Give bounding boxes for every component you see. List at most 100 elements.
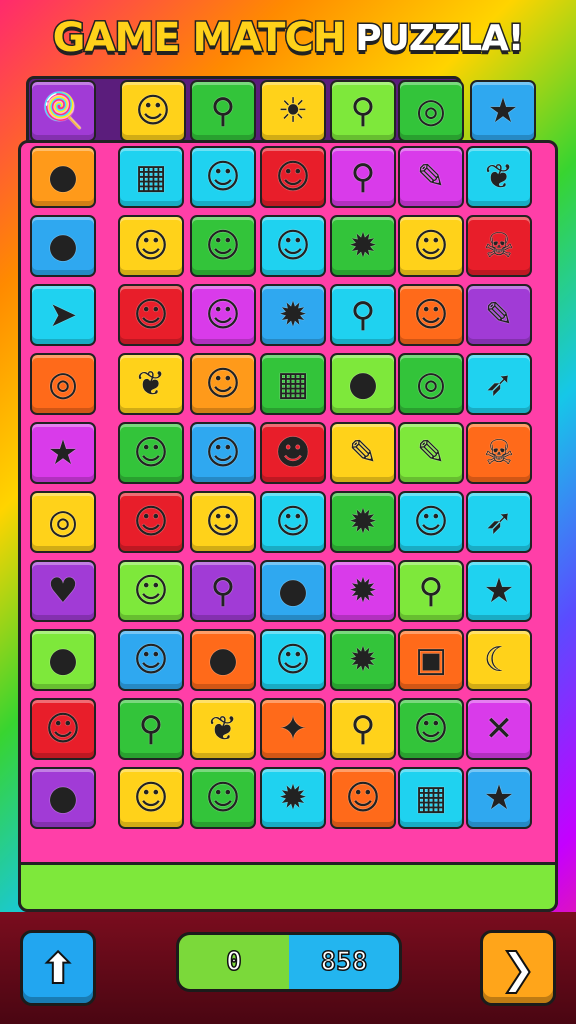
tile-r3-c6[interactable]: ☺ — [398, 284, 464, 346]
tile-r1-c7[interactable]: ❦ — [466, 146, 532, 208]
score-left-segment: 0 — [179, 935, 289, 989]
score-left-value: 0 — [225, 946, 242, 978]
tile-r9-c4[interactable]: ✦ — [260, 698, 326, 760]
tile-r9-c5[interactable]: ⚲ — [330, 698, 396, 760]
tile-r8-c5[interactable]: ✹ — [330, 629, 396, 691]
tile-r10-c3[interactable]: ☺ — [190, 767, 256, 829]
tile-r1-c6[interactable]: ✎ — [398, 146, 464, 208]
tile-r5-c2[interactable]: ☺ — [118, 422, 184, 484]
tile-r5-c3[interactable]: ☺ — [190, 422, 256, 484]
pacifier-icon: ⚲ — [210, 91, 236, 131]
tile-r1-c2[interactable]: ▦ — [118, 146, 184, 208]
tile-r7-c5[interactable]: ✹ — [330, 560, 396, 622]
tile-r3-c2[interactable]: ☺ — [118, 284, 184, 346]
tile-r5-c6[interactable]: ✎ — [398, 422, 464, 484]
tile-r7-c3[interactable]: ⚲ — [190, 560, 256, 622]
popsicle-icon: ✎ — [416, 433, 446, 473]
tile-r8-c3[interactable]: ● — [190, 629, 256, 691]
tile-r4-c6[interactable]: ◎ — [398, 353, 464, 415]
tile-r2-c5[interactable]: ✹ — [330, 215, 396, 277]
chick-icon: ☺ — [413, 502, 449, 542]
star-icon: ★ — [47, 433, 79, 473]
tile-r3-c5[interactable]: ⚲ — [330, 284, 396, 346]
tile-r4-c7[interactable]: ➶ — [466, 353, 532, 415]
tile-r5-c4[interactable]: ☻ — [260, 422, 326, 484]
tile-r9-c1[interactable]: ☺ — [30, 698, 96, 760]
tile-r10-c1[interactable]: ● — [30, 767, 96, 829]
tile-r4-c3[interactable]: ☺ — [190, 353, 256, 415]
tile-top-5[interactable]: ⚲ — [330, 80, 396, 142]
tile-r2-c3[interactable]: ☺ — [190, 215, 256, 277]
tile-r3-c7[interactable]: ✎ — [466, 284, 532, 346]
tile-top-6[interactable]: ◎ — [398, 80, 464, 142]
tile-r8-c7[interactable]: ☾ — [466, 629, 532, 691]
tile-r1-c1[interactable]: ● — [30, 146, 96, 208]
tile-r7-c7[interactable]: ★ — [466, 560, 532, 622]
tile-r7-c1[interactable]: ♥ — [30, 560, 96, 622]
tile-r2-c2[interactable]: ☺ — [118, 215, 184, 277]
sun-icon: ☀ — [277, 91, 309, 131]
tile-top-1[interactable]: 🍭 — [30, 80, 96, 142]
tile-r8-c1[interactable]: ● — [30, 629, 96, 691]
tile-r2-c4[interactable]: ☺ — [260, 215, 326, 277]
tile-r6-c3[interactable]: ☺ — [190, 491, 256, 553]
tile-top-3[interactable]: ⚲ — [190, 80, 256, 142]
tile-r10-c2[interactable]: ☺ — [118, 767, 184, 829]
tile-r6-c2[interactable]: ☺ — [118, 491, 184, 553]
bear-face-icon: ☺ — [275, 226, 311, 266]
star-fish-icon: ★ — [487, 91, 519, 131]
tile-r8-c4[interactable]: ☺ — [260, 629, 326, 691]
bear-face-icon: ☺ — [133, 295, 169, 335]
tile-r1-c4[interactable]: ☺ — [260, 146, 326, 208]
tile-r5-c1[interactable]: ★ — [30, 422, 96, 484]
tile-r10-c4[interactable]: ✹ — [260, 767, 326, 829]
tile-r2-c7[interactable]: ☠ — [466, 215, 532, 277]
tile-r2-c1[interactable]: ● — [30, 215, 96, 277]
tile-top-7[interactable]: ★ — [470, 80, 536, 142]
next-button[interactable]: ❯ — [480, 930, 556, 1006]
tile-r9-c6[interactable]: ☺ — [398, 698, 464, 760]
tile-r9-c7[interactable]: ✕ — [466, 698, 532, 760]
tile-top-4[interactable]: ☀ — [260, 80, 326, 142]
marker-icon: ✎ — [416, 157, 446, 197]
star-icon: ★ — [483, 571, 515, 611]
donut-pair-icon: ◎ — [48, 502, 78, 542]
tile-r4-c4[interactable]: ▦ — [260, 353, 326, 415]
dart-icon: ➶ — [484, 502, 514, 542]
tile-r8-c6[interactable]: ▣ — [398, 629, 464, 691]
tile-r1-c3[interactable]: ☺ — [190, 146, 256, 208]
lollipop-icon: ⚲ — [350, 709, 376, 749]
tile-r4-c1[interactable]: ◎ — [30, 353, 96, 415]
smiley-blob-icon: ☺ — [133, 433, 169, 473]
dart-icon: ➶ — [484, 364, 514, 404]
candy-apple-icon: 🍭 — [41, 91, 85, 131]
tile-r6-c6[interactable]: ☺ — [398, 491, 464, 553]
tile-r1-c5[interactable]: ⚲ — [330, 146, 396, 208]
tile-r10-c6[interactable]: ▦ — [398, 767, 464, 829]
tile-r2-c6[interactable]: ☺ — [398, 215, 464, 277]
tile-r5-c7[interactable]: ☠ — [466, 422, 532, 484]
tile-r3-c3[interactable]: ☺ — [190, 284, 256, 346]
tile-r3-c4[interactable]: ✹ — [260, 284, 326, 346]
tile-r10-c5[interactable]: ☺ — [330, 767, 396, 829]
tile-r9-c3[interactable]: ❦ — [190, 698, 256, 760]
tile-r6-c4[interactable]: ☺ — [260, 491, 326, 553]
tile-r4-c5[interactable]: ● — [330, 353, 396, 415]
tile-top-2[interactable]: ☺ — [120, 80, 186, 142]
tile-r8-c2[interactable]: ☺ — [118, 629, 184, 691]
tile-r7-c2[interactable]: ☺ — [118, 560, 184, 622]
bear-face-icon: ☺ — [205, 502, 241, 542]
tile-r10-c7[interactable]: ★ — [466, 767, 532, 829]
tile-r6-c1[interactable]: ◎ — [30, 491, 96, 553]
tile-r5-c5[interactable]: ✎ — [330, 422, 396, 484]
tile-r6-c7[interactable]: ➶ — [466, 491, 532, 553]
tile-r4-c2[interactable]: ❦ — [118, 353, 184, 415]
tile-r9-c2[interactable]: ⚲ — [118, 698, 184, 760]
squid-icon: ☠ — [483, 226, 515, 266]
tile-r7-c6[interactable]: ⚲ — [398, 560, 464, 622]
tile-r3-c1[interactable]: ➤ — [30, 284, 96, 346]
up-button[interactable]: ⬆ — [20, 930, 96, 1006]
tile-r6-c5[interactable]: ✹ — [330, 491, 396, 553]
tile-r7-c4[interactable]: ● — [260, 560, 326, 622]
bird-icon: ♥ — [47, 571, 79, 611]
